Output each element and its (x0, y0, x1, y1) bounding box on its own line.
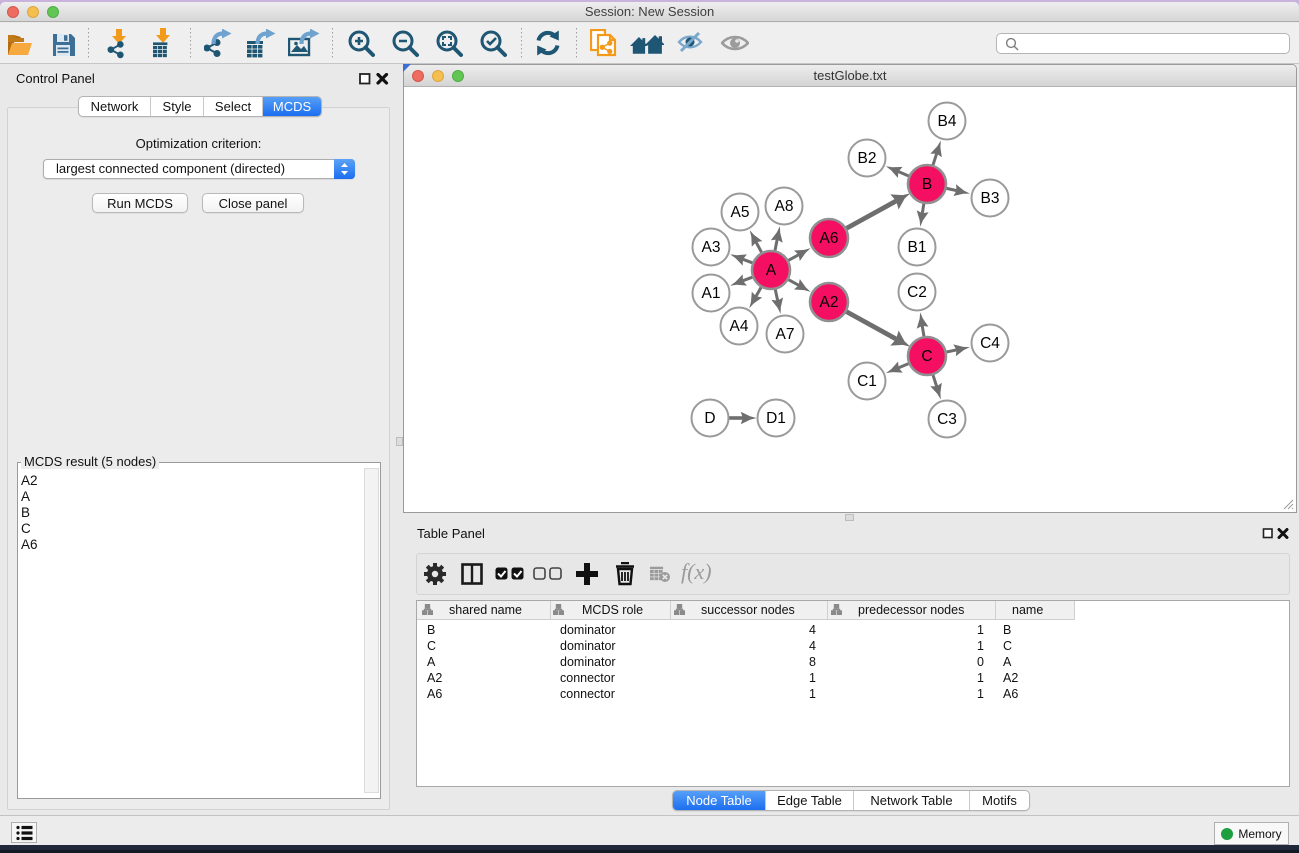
svg-text:A5: A5 (731, 204, 750, 221)
svg-text:B3: B3 (981, 190, 1000, 207)
svg-text:C2: C2 (907, 284, 927, 301)
svg-text:C1: C1 (857, 373, 877, 390)
svg-text:A6: A6 (820, 230, 839, 247)
svg-text:B: B (922, 176, 932, 193)
svg-text:C3: C3 (937, 411, 957, 428)
svg-text:A7: A7 (776, 326, 795, 343)
svg-text:A3: A3 (702, 239, 721, 256)
svg-text:A4: A4 (730, 318, 749, 335)
svg-text:C: C (921, 348, 932, 365)
svg-text:A8: A8 (775, 198, 794, 215)
svg-text:A2: A2 (820, 294, 839, 311)
svg-text:B1: B1 (908, 239, 927, 256)
svg-text:C4: C4 (980, 335, 1000, 352)
svg-text:B4: B4 (938, 113, 957, 130)
svg-text:A: A (766, 262, 777, 279)
svg-text:D1: D1 (766, 410, 786, 427)
svg-text:B2: B2 (858, 150, 877, 167)
svg-text:A1: A1 (702, 285, 721, 302)
svg-text:D: D (704, 410, 715, 427)
